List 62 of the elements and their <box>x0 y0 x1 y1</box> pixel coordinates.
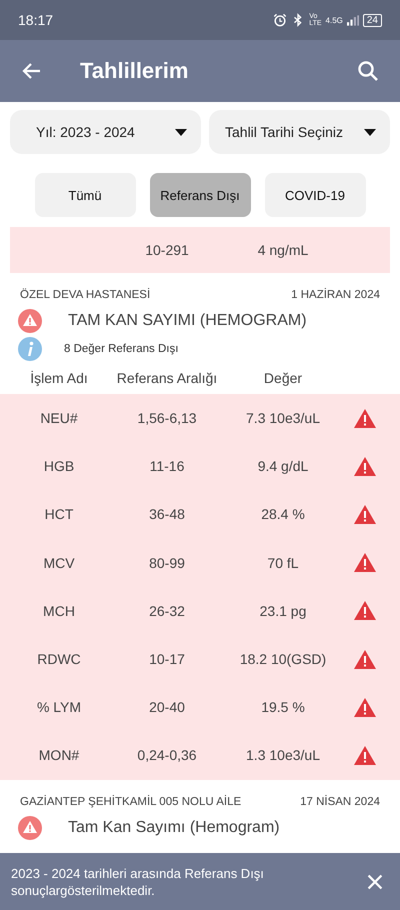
dropdown[interactable]: Yıl: 2023 - 2024 <box>10 110 201 154</box>
out-of-range-count: 8 Değer Referans Dışı <box>64 343 178 355</box>
warning-icon <box>18 309 42 333</box>
table-cell-text: 10-17 <box>148 651 186 668</box>
institution-name: GAZİANTEP ŞEHİTKAMİL 005 NOLU AİLE <box>20 796 242 808</box>
table-cell-text: 11-16 <box>148 458 186 474</box>
status-time: 18:17 <box>18 12 54 28</box>
column-header: Referans Aralığı <box>116 370 218 386</box>
table-cell-text: MCV <box>42 554 76 571</box>
alarm-icon <box>273 13 288 27</box>
table-cell-text: 28.4 % <box>260 506 306 522</box>
column-header: Değer <box>262 370 304 386</box>
warning-icon <box>353 744 377 767</box>
table-cell-text: HCT <box>44 506 74 522</box>
column-header: İşlem Adı <box>29 370 89 386</box>
table-cell-text: % LYM <box>36 699 82 716</box>
caret-icon <box>175 128 187 136</box>
warning-icon <box>353 406 377 430</box>
table-cell-text: 70 fL <box>266 554 300 571</box>
table-cell-text: 18.2 10(GSD) <box>238 651 328 668</box>
tab[interactable]: Tümü <box>34 173 136 217</box>
warning-icon <box>353 648 377 671</box>
warning-icon <box>353 551 377 574</box>
institution-name: ÖZEL DEVA HASTANESİ <box>20 289 150 301</box>
table-cell-text: 20-40 <box>148 699 186 716</box>
screen-title: Tahlillerim <box>80 58 190 84</box>
table-cell-text: 80-99 <box>148 554 186 571</box>
warning-icon <box>353 696 377 719</box>
warning-icon <box>353 502 377 526</box>
info-icon <box>18 337 42 361</box>
table-cell-text: 4 ng/mL <box>256 242 310 258</box>
test-title[interactable]: TAM KAN SAYIMI (HEMOGRAM) <box>68 312 307 330</box>
table-cell-text: 36-48 <box>148 506 186 522</box>
table-cell-text: 7.3 10e3/uL <box>245 410 321 426</box>
warning-icon <box>18 816 42 840</box>
test-title[interactable]: Tam Kan Sayımı (Hemogram) <box>68 818 280 836</box>
table-cell-text: 19.5 % <box>260 699 306 716</box>
tab[interactable]: Referans Dışı <box>150 173 250 217</box>
table-cell-text: 1.3 10e3/uL <box>245 747 321 764</box>
table-cell-text: HGB <box>42 458 76 474</box>
snackbar-message: 2023 - 2024 tarihleri arasında Referans Dışı sonuçlargösterilmektedir. <box>11 864 265 898</box>
battery-icon: 24 <box>362 14 382 26</box>
search-icon[interactable] <box>356 59 380 83</box>
test-date: 17 NİSAN 2024 <box>300 796 380 808</box>
table-cell-text: 23.1 pg <box>258 602 308 619</box>
network-label: 4.5G <box>326 16 343 24</box>
caret-icon <box>364 128 376 136</box>
signal-icon <box>346 14 359 26</box>
dropdown[interactable]: Tahlil Tarihi Seçiniz <box>209 110 390 154</box>
warning-icon <box>353 454 377 478</box>
table-cell-text: MON# <box>38 747 80 764</box>
table-cell-text: 26-32 <box>148 602 186 619</box>
table-cell-text: 1,56-6,13 <box>136 410 198 426</box>
table-cell-text: RDWC <box>36 651 82 668</box>
warning-icon <box>353 599 377 622</box>
table-cell-text: 9.4 g/dL <box>256 458 310 474</box>
table-cell-text: 0,24-0,36 <box>136 747 198 764</box>
table-cell-text: MCH <box>42 602 76 619</box>
table-cell-text: NEU# <box>39 410 79 426</box>
tab[interactable]: COVID-19 <box>264 173 366 217</box>
test-date: 1 HAZİRAN 2024 <box>291 289 380 301</box>
table-cell-text: 10-291 <box>144 242 190 258</box>
